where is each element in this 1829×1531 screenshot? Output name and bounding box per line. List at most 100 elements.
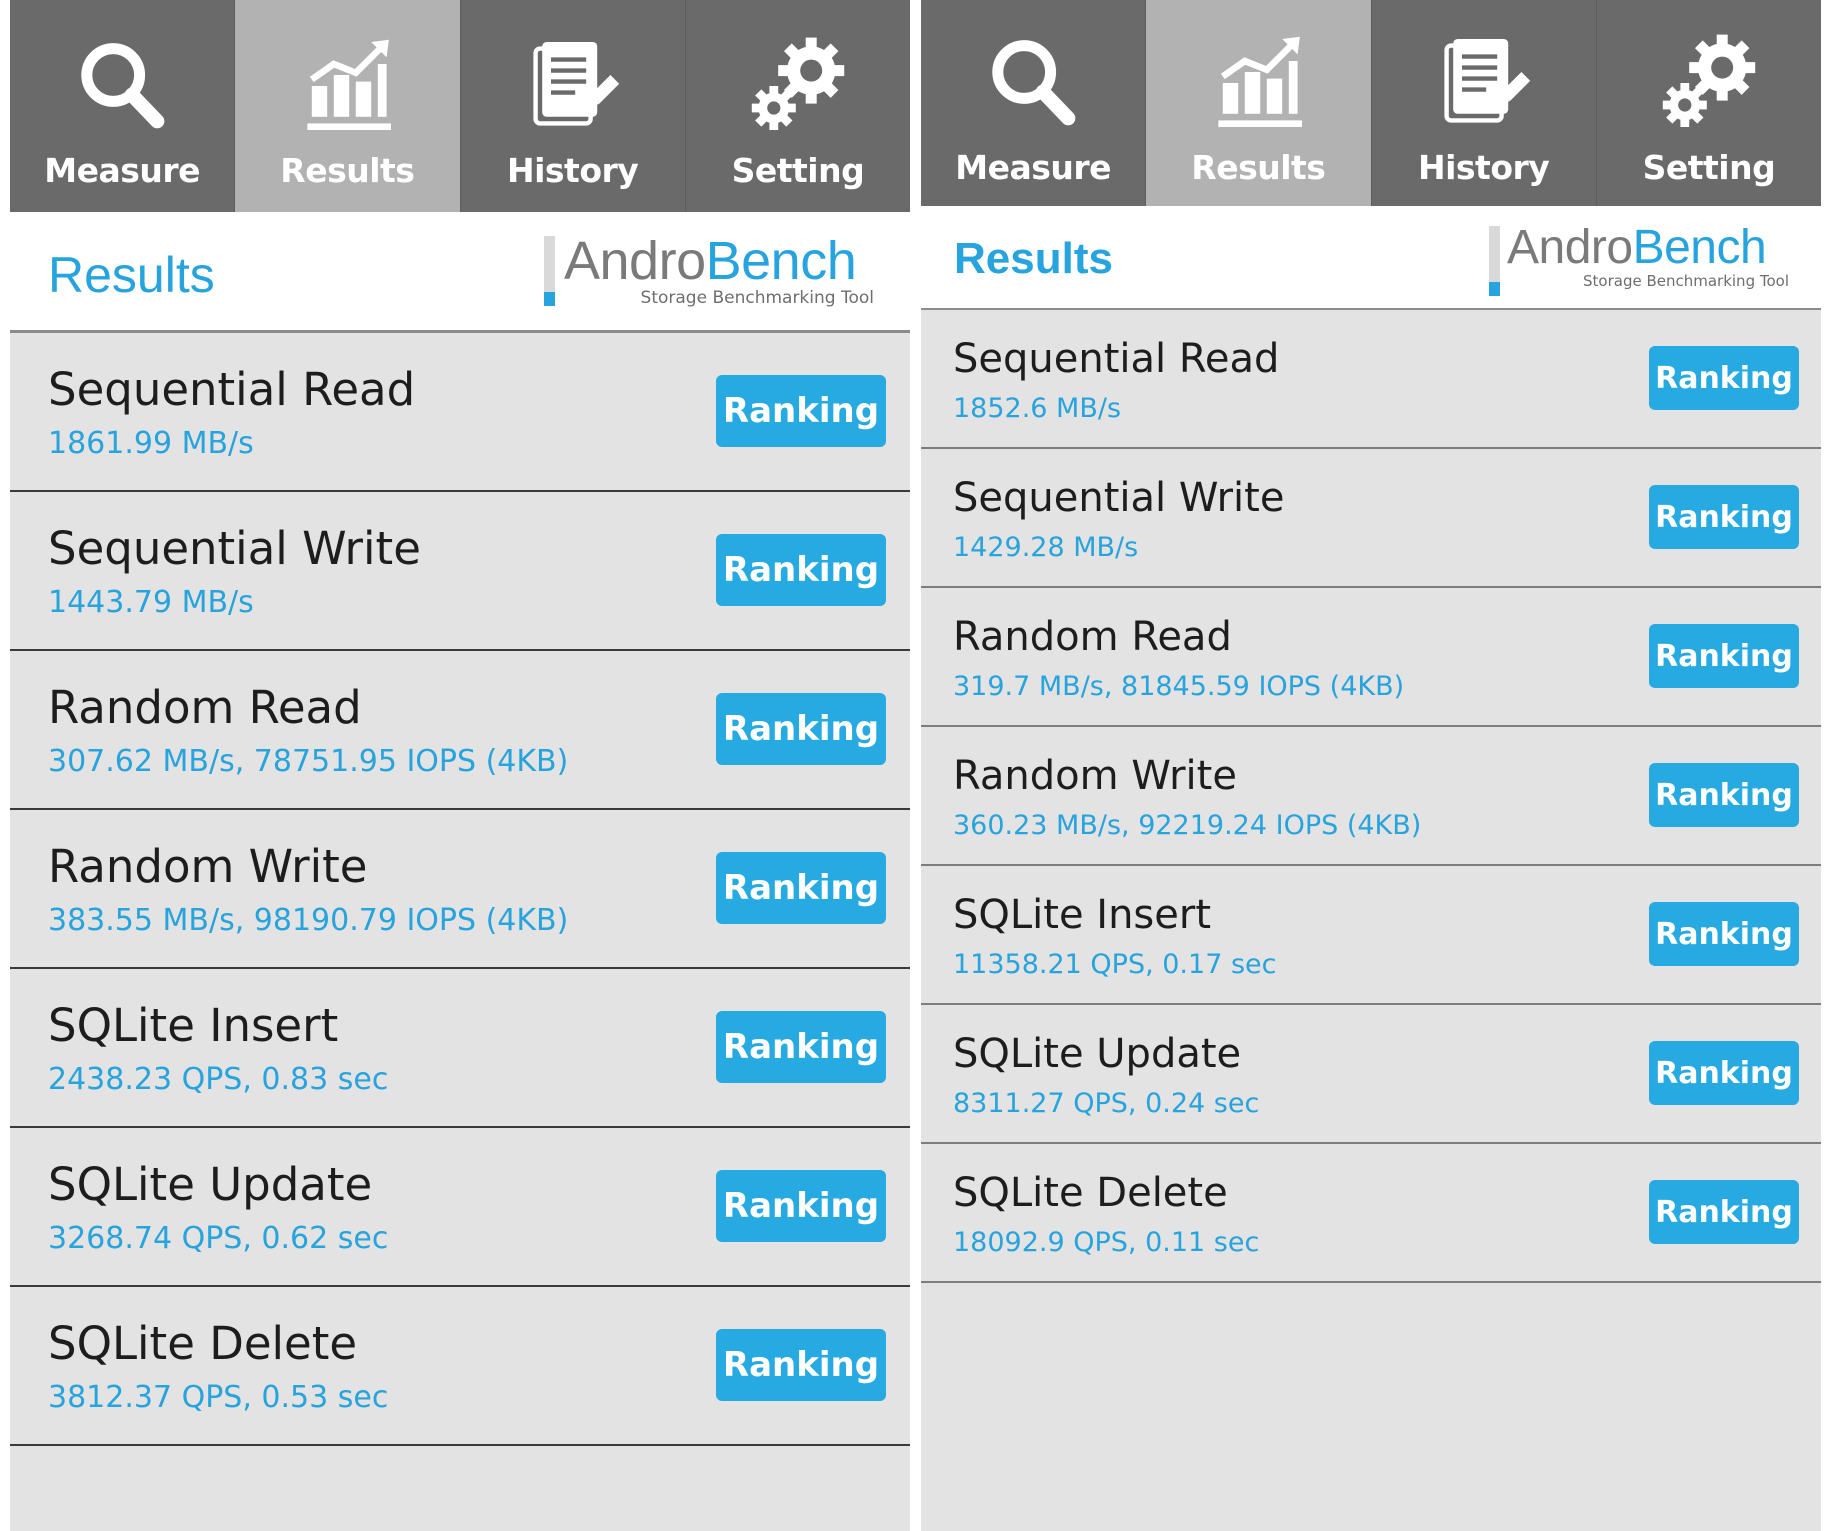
magnifier-icon — [978, 28, 1088, 138]
tab-label: Results — [1191, 147, 1326, 187]
results-list: Sequential Read 1861.99 MB/s Ranking Sequen… — [10, 333, 910, 1446]
result-name: Random Read — [48, 681, 362, 734]
result-row: SQLite Delete 3812.37 QPS, 0.53 sec Rankin… — [10, 1287, 910, 1446]
result-row: SQLite Insert 11358.21 QPS, 0.17 sec Ranki… — [921, 866, 1821, 1005]
result-row: Sequential Write 1443.79 MB/s Ranking — [10, 492, 910, 651]
ranking-button[interactable]: Ranking — [1649, 763, 1799, 827]
logo-bar-accent — [1489, 282, 1500, 296]
logo-bar — [1489, 226, 1500, 282]
tab-label: Setting — [1642, 147, 1776, 187]
logo-bench: Bench — [705, 231, 857, 291]
result-row: SQLite Delete 18092.9 QPS, 0.11 sec Rankin… — [921, 1144, 1821, 1283]
result-row: Random Read 319.7 MB/s, 81845.59 IOPS (4K… — [921, 588, 1821, 727]
result-row: Random Write 383.55 MB/s, 98190.79 IOPS (… — [10, 810, 910, 969]
tab-measure[interactable]: Measure — [10, 0, 236, 212]
logo-wordmark: AndroBench — [1507, 220, 1767, 275]
result-name: Sequential Write — [953, 475, 1285, 521]
results-list: Sequential Read 1852.6 MB/s Ranking Sequent… — [921, 310, 1821, 1283]
result-value: 360.23 MB/s, 92219.24 IOPS (4KB) — [953, 810, 1422, 841]
ranking-button[interactable]: Ranking — [1649, 1180, 1799, 1244]
chart-icon — [292, 31, 402, 141]
tab-label: History — [1417, 147, 1550, 187]
tab-label: Measure — [955, 147, 1112, 187]
page-header: Results AndroBench Storage Benchmarking To… — [10, 212, 910, 333]
result-row: SQLite Update 3268.74 QPS, 0.62 sec Rankin… — [10, 1128, 910, 1287]
result-row: Random Read 307.62 MB/s, 78751.95 IOPS (4… — [10, 651, 910, 810]
ranking-button[interactable]: Ranking — [716, 1011, 886, 1083]
result-name: Sequential Read — [953, 336, 1280, 382]
document-icon — [518, 31, 628, 141]
magnifier-icon — [67, 31, 177, 141]
logo-andro: Andro — [1507, 221, 1633, 274]
result-row: Sequential Write 1429.28 MB/s Ranking — [921, 449, 1821, 588]
tab-measure[interactable]: Measure — [921, 0, 1147, 206]
tab-history[interactable]: History — [1372, 0, 1597, 206]
result-row: Sequential Read 1861.99 MB/s Ranking — [10, 333, 910, 492]
result-row: SQLite Insert 2438.23 QPS, 0.83 sec Rankin… — [10, 969, 910, 1128]
tab-history[interactable]: History — [461, 0, 686, 212]
result-value: 2438.23 QPS, 0.83 sec — [48, 1062, 389, 1097]
tab-label: Setting — [731, 150, 865, 190]
result-value: 319.7 MB/s, 81845.59 IOPS (4KB) — [953, 671, 1405, 702]
result-name: SQLite Update — [48, 1158, 373, 1211]
ranking-button[interactable]: Ranking — [716, 375, 886, 447]
logo-andro: Andro — [564, 231, 706, 291]
result-row: Sequential Read 1852.6 MB/s Ranking — [921, 310, 1821, 449]
result-value: 3812.37 QPS, 0.53 sec — [48, 1380, 389, 1415]
logo-bar-accent — [544, 292, 555, 306]
tab-setting[interactable]: Setting — [1597, 0, 1821, 206]
result-value: 383.55 MB/s, 98190.79 IOPS (4KB) — [48, 903, 569, 938]
tab-results[interactable]: Results — [1146, 0, 1372, 206]
logo-tagline: Storage Benchmarking Tool — [1583, 272, 1789, 290]
logo-bar — [544, 236, 555, 292]
tab-label: History — [506, 150, 639, 190]
ranking-button[interactable]: Ranking — [716, 693, 886, 765]
result-name: SQLite Delete — [953, 1170, 1228, 1216]
result-value: 18092.9 QPS, 0.11 sec — [953, 1227, 1260, 1258]
tab-label: Measure — [44, 150, 201, 190]
page-title: Results — [954, 234, 1113, 283]
ranking-button[interactable]: Ranking — [716, 534, 886, 606]
result-value: 307.62 MB/s, 78751.95 IOPS (4KB) — [48, 744, 569, 779]
result-value: 1861.99 MB/s — [48, 426, 254, 461]
gears-icon — [743, 31, 853, 141]
tab-label: Results — [280, 150, 415, 190]
logo-bench: Bench — [1632, 221, 1767, 274]
tab-results[interactable]: Results — [235, 0, 461, 212]
app-screen-right: Measure Results History Setting Results Andro… — [921, 0, 1821, 1531]
result-name: SQLite Insert — [953, 892, 1212, 938]
result-row: Random Write 360.23 MB/s, 92219.24 IOPS (… — [921, 727, 1821, 866]
androbench-logo: AndroBench Storage Benchmarking Tool — [1489, 221, 1789, 300]
result-value: 8311.27 QPS, 0.24 sec — [953, 1088, 1260, 1119]
result-value: 1852.6 MB/s — [953, 393, 1122, 424]
logo-wordmark: AndroBench — [564, 230, 857, 292]
androbench-logo: AndroBench Storage Benchmarking Tool — [544, 231, 874, 318]
result-value: 3268.74 QPS, 0.62 sec — [48, 1221, 389, 1256]
ranking-button[interactable]: Ranking — [716, 852, 886, 924]
result-name: SQLite Update — [953, 1031, 1242, 1077]
result-value: 1443.79 MB/s — [48, 585, 254, 620]
ranking-button[interactable]: Ranking — [1649, 485, 1799, 549]
result-value: 1429.28 MB/s — [953, 532, 1139, 563]
result-name: Random Read — [953, 614, 1232, 660]
nav-bar: Measure Results History Setting — [10, 0, 910, 212]
result-name: SQLite Insert — [48, 999, 339, 1052]
gears-icon — [1654, 28, 1764, 138]
ranking-button[interactable]: Ranking — [1649, 346, 1799, 410]
chart-icon — [1203, 28, 1313, 138]
result-name: Random Write — [48, 840, 368, 893]
ranking-button[interactable]: Ranking — [716, 1170, 886, 1242]
ranking-button[interactable]: Ranking — [1649, 624, 1799, 688]
ranking-button[interactable]: Ranking — [1649, 1041, 1799, 1105]
tab-setting[interactable]: Setting — [686, 0, 910, 212]
ranking-button[interactable]: Ranking — [716, 1329, 886, 1401]
result-name: Sequential Read — [48, 363, 416, 416]
nav-bar: Measure Results History Setting — [921, 0, 1821, 206]
result-name: Sequential Write — [48, 522, 421, 575]
result-name: SQLite Delete — [48, 1317, 358, 1370]
ranking-button[interactable]: Ranking — [1649, 902, 1799, 966]
app-screen-left: Measure Results History Setting Results Andro… — [10, 0, 910, 1531]
result-value: 11358.21 QPS, 0.17 sec — [953, 949, 1277, 980]
document-icon — [1429, 28, 1539, 138]
result-row: SQLite Update 8311.27 QPS, 0.24 sec Rankin… — [921, 1005, 1821, 1144]
